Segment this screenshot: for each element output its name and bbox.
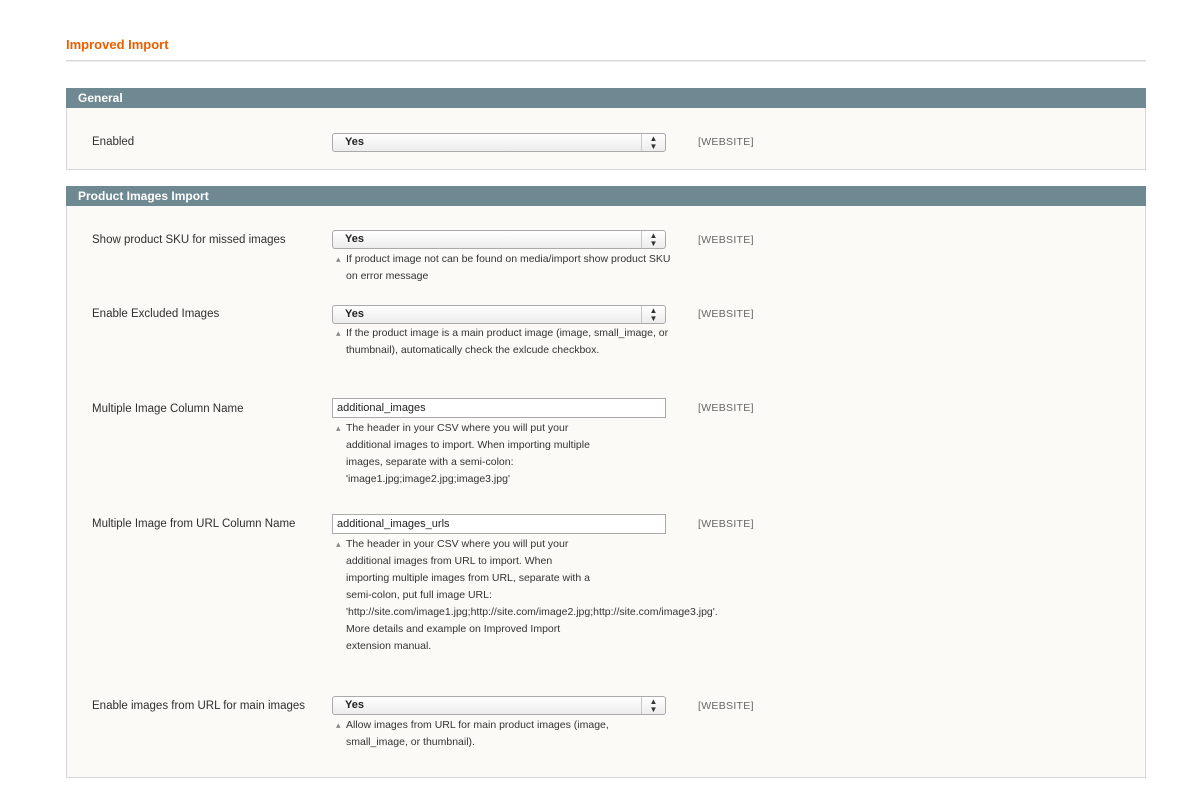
scope-label: [WEBSITE] [698,402,754,414]
section-header-general[interactable]: General [66,88,1146,108]
select-value: Yes [345,233,364,245]
field-note: ▴ The header in your CSV where you will … [336,422,590,485]
note-bullet-icon: ▴ [336,720,341,730]
scope-label: [WEBSITE] [698,234,754,246]
title-divider [66,60,1146,62]
enable-excluded-select[interactable]: Yes ▲ ▼ [332,305,666,324]
scope-label: [WEBSITE] [698,136,754,148]
section-title: Product Images Import [78,189,209,203]
field-note: ▴ Allow images from URL for main product… [336,719,609,748]
updown-arrows-icon: ▲ ▼ [641,231,665,248]
scope-label: [WEBSITE] [698,518,754,530]
multiple-image-url-column-input[interactable] [332,514,666,534]
section-title: General [78,91,123,105]
page-title: Improved Import [66,37,169,52]
updown-arrows-icon: ▲ ▼ [641,697,665,714]
multiple-image-column-input[interactable] [332,398,666,418]
select-value: Yes [345,699,364,711]
enabled-select[interactable]: Yes ▲ ▼ [332,133,666,152]
field-label-enable-excluded: Enable Excluded Images [92,308,220,320]
field-label-enable-url-main-images: Enable images from URL for main images [92,700,306,712]
section-body-product-images-import [66,206,1146,778]
field-label-enabled: Enabled [92,136,135,148]
note-bullet-icon: ▴ [336,254,341,264]
select-value: Yes [345,308,364,320]
field-label-multiple-image-column: Multiple Image Column Name [92,403,244,415]
field-label-show-sku: Show product SKU for missed images [92,234,286,246]
show-sku-select[interactable]: Yes ▲ ▼ [332,230,666,249]
scope-label: [WEBSITE] [698,700,754,712]
enable-url-main-images-select[interactable]: Yes ▲ ▼ [332,696,666,715]
field-note: ▴ If the product image is a main product… [336,327,669,356]
updown-arrows-icon: ▲ ▼ [641,306,665,323]
field-note: ▴ If product image not can be found on m… [336,253,671,282]
updown-arrows-icon: ▲ ▼ [641,134,665,151]
note-bullet-icon: ▴ [336,539,341,549]
field-note: ▴ The header in your CSV where you will … [336,538,718,652]
note-bullet-icon: ▴ [336,328,341,338]
section-header-product-images-import[interactable]: Product Images Import [66,186,1146,206]
scope-label: [WEBSITE] [698,308,754,320]
field-label-multiple-image-url-column: Multiple Image from URL Column Name [92,518,296,530]
select-value: Yes [345,136,364,148]
note-bullet-icon: ▴ [336,423,341,433]
